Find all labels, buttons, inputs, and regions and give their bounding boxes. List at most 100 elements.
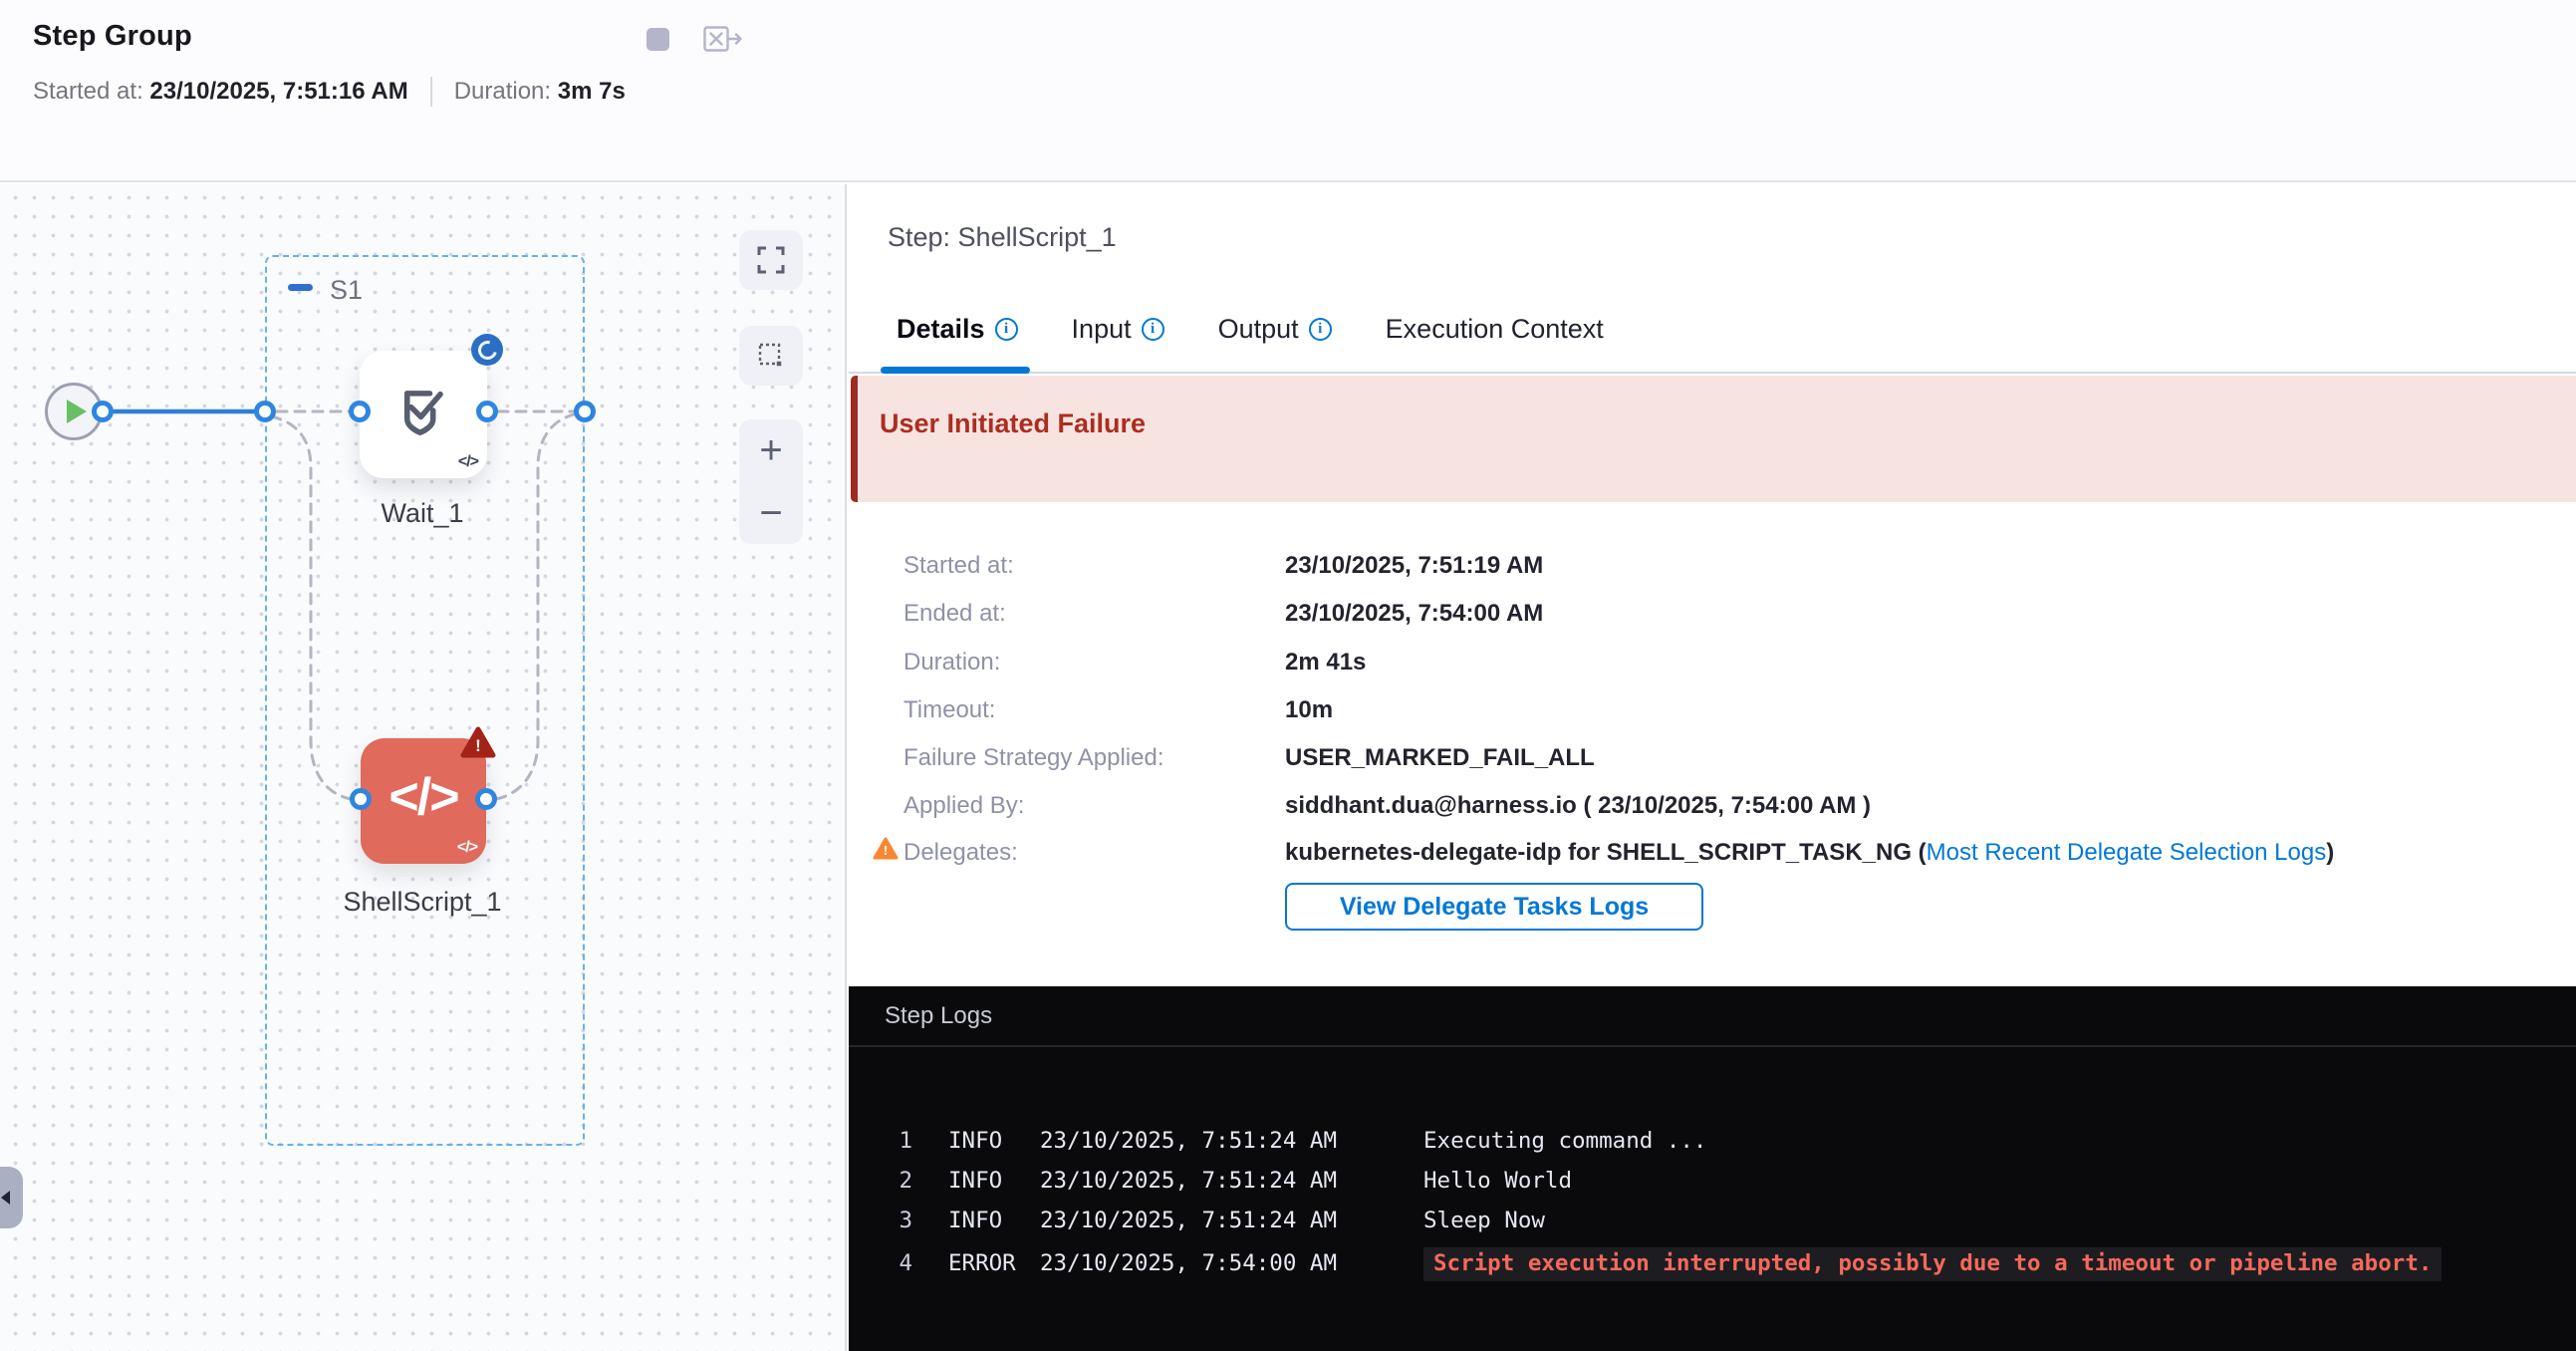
port-wait-out xyxy=(476,401,498,422)
detail-label: Duration: xyxy=(903,649,1272,676)
log-line: 3 INFO 23/10/2025, 7:51:24 AM Sleep Now xyxy=(849,1208,1545,1239)
fit-view-icon xyxy=(756,245,786,275)
port-shell-out xyxy=(475,788,497,810)
node-wait-1-label: Wait_1 xyxy=(293,498,552,529)
log-message: Script execution interrupted, possibly d… xyxy=(1423,1247,2442,1281)
tab-input[interactable]: Input i xyxy=(1072,314,1164,345)
detail-value: USER_MARKED_FAIL_ALL xyxy=(1285,744,1595,772)
step-logs-console[interactable]: Step Logs 1 INFO 23/10/2025, 7:51:24 AM … xyxy=(849,986,2576,1351)
header-actions xyxy=(646,26,743,53)
log-line: 1 INFO 23/10/2025, 7:51:24 AM Executing … xyxy=(849,1128,1706,1160)
delegate-selection-logs-link[interactable]: Most Recent Delegate Selection Logs xyxy=(1927,839,2327,866)
tabbar-divider xyxy=(849,372,2576,374)
log-timestamp: 23/10/2025, 7:51:24 AM xyxy=(1040,1168,1423,1194)
duration-label: Duration: xyxy=(454,78,551,106)
spinner-icon xyxy=(474,337,500,363)
zoom-in-button[interactable]: + xyxy=(759,433,782,467)
detail-value: kubernetes-delegate-idp for SHELL_SCRIPT… xyxy=(1285,839,2334,867)
script-corner-glyph: </> xyxy=(458,453,478,471)
step-details-panel: Step: ShellScript_1 Details i Input i Ou… xyxy=(849,184,2576,984)
detail-label: Applied By: xyxy=(903,792,1272,820)
detail-value: 23/10/2025, 7:51:19 AM xyxy=(1285,552,1543,580)
duration-value: 3m 7s xyxy=(558,78,626,106)
svg-text:!: ! xyxy=(884,843,888,858)
page-title: Step Group xyxy=(33,20,192,53)
shield-check-icon xyxy=(385,376,462,453)
pipeline-canvas[interactable]: S1 </> Wait_1 </> </> ! xyxy=(0,184,847,1351)
running-status-badge xyxy=(471,334,503,366)
log-body[interactable]: 1 INFO 23/10/2025, 7:51:24 AM Executing … xyxy=(849,1049,2576,1351)
view-delegate-tasks-logs-button[interactable]: View Delegate Tasks Logs xyxy=(1285,883,1703,931)
stop-button[interactable] xyxy=(646,28,669,51)
tab-output-label: Output xyxy=(1218,314,1299,345)
script-corner-glyph: </> xyxy=(457,839,477,857)
log-line-error: 4 ERROR 23/10/2025, 7:54:00 AM Script ex… xyxy=(849,1247,2442,1279)
log-line-number: 1 xyxy=(849,1128,912,1154)
started-at-value: 23/10/2025, 7:51:16 AM xyxy=(149,78,407,106)
warning-icon: ! xyxy=(873,837,899,861)
tab-details[interactable]: Details i xyxy=(897,314,1018,345)
detail-label: Failure Strategy Applied: xyxy=(903,744,1272,772)
left-drawer-handle[interactable] xyxy=(0,1167,23,1228)
tab-output[interactable]: Output i xyxy=(1218,314,1332,345)
log-timestamp: 23/10/2025, 7:54:00 AM xyxy=(1040,1250,1423,1276)
info-icon[interactable]: i xyxy=(995,318,1018,341)
started-at-label: Started at: xyxy=(33,78,143,106)
info-icon[interactable]: i xyxy=(1142,318,1164,341)
log-timestamp: 23/10/2025, 7:51:24 AM xyxy=(1040,1128,1423,1154)
node-shellscript-1-label: ShellScript_1 xyxy=(293,887,552,918)
marquee-select-button[interactable] xyxy=(739,326,803,386)
tab-bar: Details i Input i Output i Execution Con… xyxy=(897,314,1604,345)
header: Step Group Started at: 23/10/2025, 7:51:… xyxy=(0,0,2576,182)
failure-banner-text: User Initiated Failure xyxy=(880,408,1146,439)
log-line-number: 3 xyxy=(849,1208,912,1233)
log-message: Sleep Now xyxy=(1423,1208,1545,1233)
stop-icon xyxy=(646,28,669,51)
port-group-in xyxy=(254,401,276,422)
detail-value: 2m 41s xyxy=(1285,649,1366,676)
zoom-out-button[interactable]: − xyxy=(759,496,782,530)
fit-to-screen-button[interactable] xyxy=(739,230,803,290)
port-wait-in xyxy=(349,401,371,422)
abort-icon xyxy=(703,26,743,53)
log-level: INFO xyxy=(948,1168,1040,1194)
marquee-select-icon xyxy=(756,341,786,371)
abort-button[interactable] xyxy=(703,26,743,53)
active-tab-underline xyxy=(881,367,1030,374)
failed-status-badge: ! xyxy=(459,726,497,760)
detail-label: Started at: xyxy=(903,552,1272,580)
play-icon xyxy=(67,400,87,423)
tab-execution-context[interactable]: Execution Context xyxy=(1386,314,1604,345)
detail-value: 10m xyxy=(1285,696,1333,724)
detail-label: Delegates: xyxy=(903,839,1272,867)
info-icon[interactable]: i xyxy=(1309,318,1332,341)
detail-value: 23/10/2025, 7:54:00 AM xyxy=(1285,600,1543,628)
console-title: Step Logs xyxy=(885,1002,992,1030)
stage-group-label: S1 xyxy=(330,275,363,306)
svg-text:!: ! xyxy=(475,736,481,755)
zoom-controls: + − xyxy=(739,419,803,544)
console-header: Step Logs xyxy=(849,986,2576,1047)
log-level: INFO xyxy=(948,1128,1040,1154)
detail-label: Timeout: xyxy=(903,696,1272,724)
port-group-out xyxy=(574,401,596,422)
log-level: INFO xyxy=(948,1208,1040,1233)
detail-value: siddhant.dua@harness.io ( 23/10/2025, 7:… xyxy=(1285,792,1871,820)
meta-divider xyxy=(430,77,432,107)
delegate-value: kubernetes-delegate-idp for SHELL_SCRIPT… xyxy=(1285,839,1927,866)
failure-banner: User Initiated Failure xyxy=(851,376,2576,502)
tab-execution-context-label: Execution Context xyxy=(1386,314,1604,345)
port-start-out xyxy=(92,401,114,422)
log-line-number: 2 xyxy=(849,1168,912,1194)
log-line-number: 4 xyxy=(849,1250,912,1276)
code-icon: </> xyxy=(388,767,457,827)
log-timestamp: 23/10/2025, 7:51:24 AM xyxy=(1040,1208,1423,1233)
log-message: Executing command ... xyxy=(1423,1128,1706,1154)
log-level: ERROR xyxy=(948,1250,1040,1276)
tab-details-label: Details xyxy=(897,314,985,345)
tab-input-label: Input xyxy=(1072,314,1132,345)
collapse-group-icon[interactable] xyxy=(288,284,313,291)
node-wait-1[interactable]: </> xyxy=(360,351,487,478)
panel-title: Step: ShellScript_1 xyxy=(888,222,1117,253)
log-line: 2 INFO 23/10/2025, 7:51:24 AM Hello Worl… xyxy=(849,1168,1572,1200)
